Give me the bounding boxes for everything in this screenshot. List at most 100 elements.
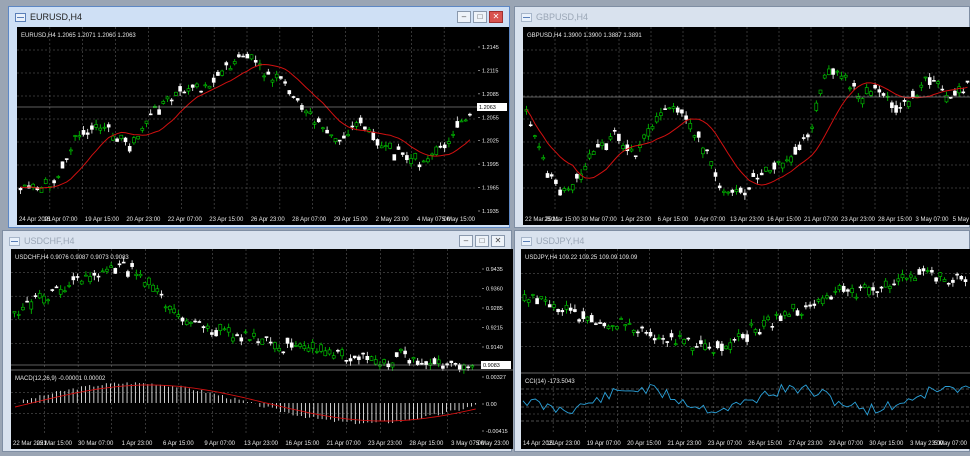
candle xyxy=(294,345,298,347)
chart-window-eurusd[interactable]: EURUSD,H4 – □ ✕ 1.2063 1.2145 1.2115 1.2085… xyxy=(8,6,510,228)
time-axis-label: 25 Mar 15:00 xyxy=(544,217,580,223)
candle xyxy=(680,109,684,114)
candle xyxy=(568,307,573,311)
time-axis-label: 19 Apr 07:00 xyxy=(587,441,622,447)
window-titlebar[interactable]: USDJPY,H4 xyxy=(515,231,969,251)
price-chart[interactable]: 1.2063 1.2145 1.2115 1.2085 1.2055 1.2025 1.19… xyxy=(17,27,509,225)
restore-button[interactable]: □ xyxy=(473,11,487,23)
minimize-button[interactable]: – xyxy=(457,11,471,23)
candle xyxy=(642,134,646,139)
candle xyxy=(415,360,420,365)
candle xyxy=(256,341,260,343)
candle xyxy=(810,126,814,129)
candle xyxy=(879,286,884,289)
candle xyxy=(736,333,741,337)
candle xyxy=(715,341,720,349)
price-chart[interactable]: 0.9083 0.9435 0.9360 0.9285 0.9215 0.9140 USDC… xyxy=(11,249,513,449)
candle xyxy=(455,121,460,128)
close-button[interactable]: ✕ xyxy=(491,235,505,247)
candle xyxy=(226,327,231,333)
moving-average-line xyxy=(526,82,968,186)
price-chart[interactable]: USDJPY,H4 109.22 109.25 109.09 109.09 CCI… xyxy=(521,249,970,449)
chart-window-gbpusd[interactable]: GBPUSD,H4 GBPUSD,H4 1.3900 1.3900 1.3887… xyxy=(514,6,970,228)
candle xyxy=(392,154,397,161)
candle xyxy=(951,279,955,283)
chart-grid xyxy=(521,374,970,434)
candle xyxy=(940,88,945,91)
window-titlebar[interactable]: GBPUSD,H4 xyxy=(515,7,969,27)
candle xyxy=(946,282,951,285)
candle xyxy=(707,346,712,349)
candle xyxy=(644,332,649,334)
price-axis-label: 0.9285 xyxy=(486,306,503,312)
candle xyxy=(932,80,936,82)
candle xyxy=(738,187,743,193)
window-titlebar[interactable]: USDCHF,H4 – □ ✕ xyxy=(3,231,511,251)
candle xyxy=(140,128,145,131)
price-axis-label: 0.9215 xyxy=(486,326,503,332)
candle xyxy=(354,122,359,127)
minimize-button[interactable]: – xyxy=(459,235,473,247)
candle xyxy=(799,314,804,316)
candle xyxy=(963,279,968,282)
candle xyxy=(837,285,842,290)
window-titlebar[interactable]: EURUSD,H4 – □ ✕ xyxy=(9,7,509,27)
candle xyxy=(243,331,248,334)
price-chart[interactable]: GBPUSD,H4 1.3900 1.3900 1.3887 1.3891 22 … xyxy=(523,27,970,225)
candle xyxy=(79,280,84,285)
candle xyxy=(833,290,838,293)
candle xyxy=(50,289,55,291)
candle xyxy=(421,160,426,163)
candle xyxy=(936,81,940,84)
candle xyxy=(816,299,821,302)
candle xyxy=(957,86,961,94)
candle xyxy=(25,300,29,303)
candle xyxy=(652,338,657,341)
candle xyxy=(526,299,531,303)
candle xyxy=(892,283,896,286)
candle xyxy=(54,286,59,289)
candle xyxy=(835,70,840,73)
candle xyxy=(176,314,181,318)
close-button[interactable]: ✕ xyxy=(489,11,503,23)
candle xyxy=(231,337,235,342)
candle xyxy=(709,161,714,166)
time-axis-label: 22 Apr 07:00 xyxy=(168,217,203,223)
time-axis-label: 9 Apr 07:00 xyxy=(204,441,235,447)
candle xyxy=(253,60,258,63)
candle xyxy=(896,278,901,282)
chart-symbol-header: GBPUSD,H4 1.3900 1.3900 1.3887 1.3891 xyxy=(527,33,642,39)
candle xyxy=(577,319,581,322)
candle xyxy=(770,326,775,328)
candle xyxy=(75,276,80,278)
candle xyxy=(804,305,808,308)
chart-window-usdjpy[interactable]: USDJPY,H4 USDJPY,H4 109.22 109.25 109.09… xyxy=(514,230,970,452)
candle xyxy=(273,342,277,350)
candle xyxy=(336,349,340,352)
candle xyxy=(178,86,182,92)
candle xyxy=(751,173,756,177)
candle xyxy=(923,76,928,79)
candle xyxy=(424,361,428,365)
price-axis-label: 0.00327 xyxy=(486,375,506,381)
candle xyxy=(640,326,644,329)
price-axis-label: 1.2145 xyxy=(482,45,499,51)
candle xyxy=(573,309,577,312)
candle xyxy=(812,303,817,306)
candle xyxy=(222,328,227,331)
candle xyxy=(63,290,67,293)
candle xyxy=(871,287,875,291)
time-axis-label: 23 Apr 15:00 xyxy=(209,217,244,223)
candle xyxy=(902,99,907,102)
candle xyxy=(69,149,73,152)
candle xyxy=(438,145,443,148)
restore-button[interactable]: □ xyxy=(475,235,489,247)
candle xyxy=(113,268,118,274)
window-title: EURUSD,H4 xyxy=(30,12,83,22)
candle xyxy=(909,274,913,278)
candle xyxy=(252,332,256,337)
candle xyxy=(583,165,588,171)
time-axis-label: 21 Apr 23:00 xyxy=(667,441,702,447)
candle xyxy=(650,126,655,130)
chart-window-usdchf[interactable]: USDCHF,H4 – □ ✕ 0.9083 0.9435 0.9360 0.9285… xyxy=(2,230,513,452)
